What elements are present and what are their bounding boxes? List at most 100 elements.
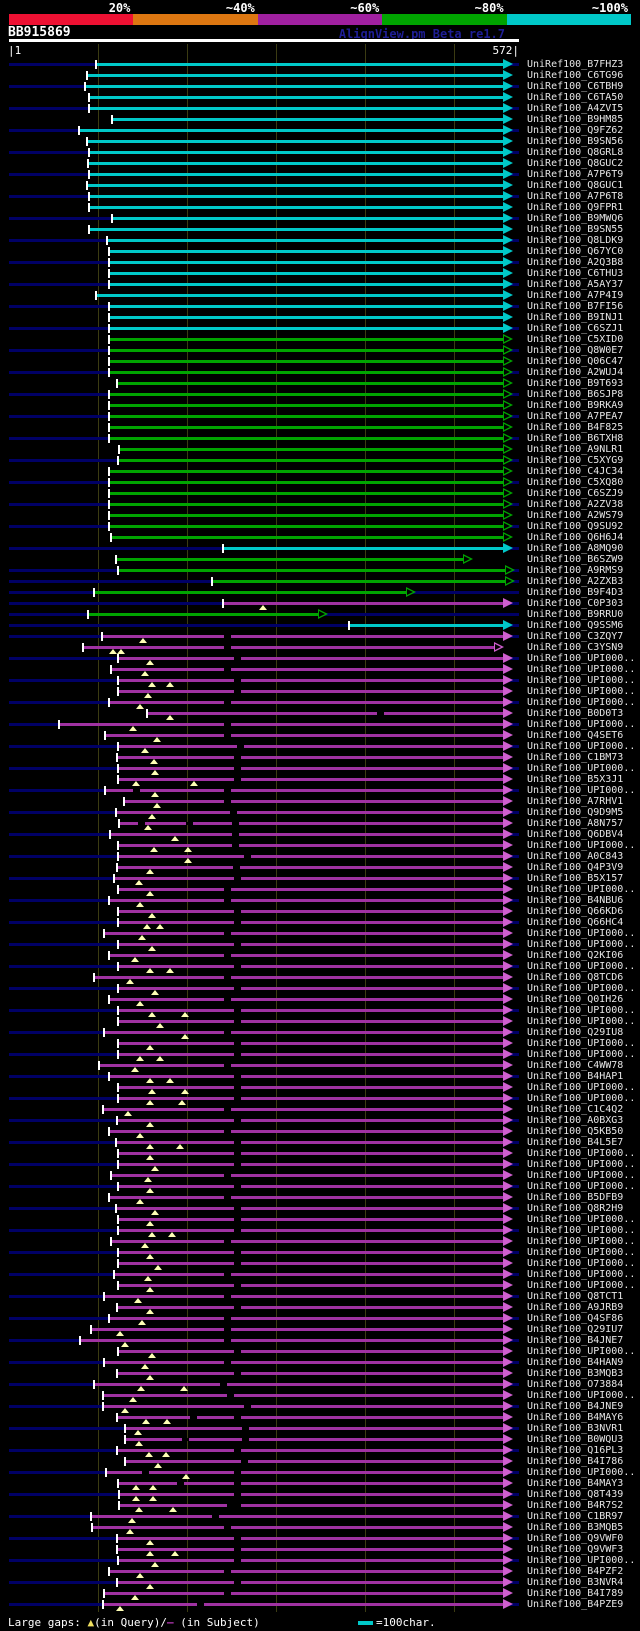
hit-label[interactable]: UniRef100_UPI000.. [527,1148,635,1159]
hit-label[interactable]: UniRef100_UPI000.. [527,1093,635,1104]
arrowhead-icon[interactable] [503,631,513,641]
hit-label[interactable]: UniRef100_UPI000.. [527,983,635,994]
hit-bar[interactable] [110,393,503,396]
hit-bar[interactable] [115,1273,503,1276]
hit-label[interactable]: UniRef100_Q6DBV4 [527,829,623,840]
arrowhead-icon[interactable] [503,829,513,839]
hit-label[interactable]: UniRef100_Q66KD6 [527,906,623,917]
hit-label[interactable]: UniRef100_UPI000.. [527,1038,635,1049]
hit-label[interactable]: UniRef100_C4JC34 [527,466,623,477]
arrowhead-icon[interactable] [503,1016,513,1026]
hit-bar[interactable] [119,1086,503,1089]
hit-label[interactable]: UniRef100_B9RKA9 [527,400,623,411]
hit-bar[interactable] [97,63,503,66]
hit-label[interactable]: UniRef100_Q4SF86 [527,1313,623,1324]
hit-bar[interactable] [126,1427,503,1430]
arrowhead-icon[interactable] [503,1456,513,1466]
arrowhead-icon[interactable] [503,1038,513,1048]
hit-bar[interactable] [88,140,503,143]
hit-bar[interactable] [104,1603,503,1606]
hit-bar[interactable] [90,195,503,198]
hit-label[interactable]: UniRef100_O73884 [527,1379,623,1390]
hit-bar[interactable] [119,767,503,770]
hit-bar[interactable] [119,1284,503,1287]
hit-label[interactable]: UniRef100_UPI000.. [527,1170,635,1181]
hit-label[interactable]: UniRef100_C5XID0 [527,334,623,345]
hit-bar[interactable] [119,888,503,891]
hit-bar[interactable] [110,437,503,440]
hit-label[interactable]: UniRef100_Q0IH26 [527,994,623,1005]
arrowhead-icon[interactable] [503,939,513,949]
arrowhead-icon[interactable] [503,928,513,938]
hit-bar[interactable] [148,712,503,715]
hit-label[interactable]: UniRef100_A9NLR1 [527,444,623,455]
arrowhead-icon[interactable] [503,620,513,630]
hit-label[interactable]: UniRef100_Q4P3V9 [527,862,623,873]
hit-bar[interactable] [113,217,503,220]
hit-label[interactable]: UniRef100_C1BR97 [527,1511,623,1522]
hit-bar[interactable] [115,877,503,880]
hit-label[interactable]: UniRef100_Q8R2H9 [527,1203,623,1214]
hit-label[interactable]: UniRef100_Q29IU8 [527,1027,623,1038]
hit-label[interactable]: UniRef100_B9MWQ6 [527,213,623,224]
hit-bar[interactable] [103,635,503,638]
arrowhead-icon[interactable] [503,1214,513,1224]
arrowhead-icon[interactable] [503,664,513,674]
arrowhead-icon[interactable] [503,92,513,102]
hit-label[interactable]: UniRef100_Q8LDK9 [527,235,623,246]
hit-label[interactable]: UniRef100_UPI000.. [527,1346,635,1357]
hit-label[interactable]: UniRef100_A0C843 [527,851,623,862]
hit-bar[interactable] [110,426,503,429]
arrowhead-icon[interactable] [503,763,513,773]
hit-label[interactable]: UniRef100_B3NVR4 [527,1577,623,1588]
arrowhead-icon[interactable] [503,81,513,91]
arrowhead-icon[interactable] [503,103,513,113]
hit-bar[interactable] [112,1240,503,1243]
arrowhead-icon[interactable] [503,1368,513,1378]
hit-bar[interactable] [118,1372,503,1375]
arrowhead-icon[interactable] [503,1291,513,1301]
hit-bar[interactable] [84,646,494,649]
arrowhead-icon[interactable] [503,1401,513,1411]
hit-label[interactable]: UniRef100_A9RMS9 [527,565,623,576]
arrowhead-icon[interactable] [503,268,513,278]
hit-label[interactable]: UniRef100_B6TXH8 [527,433,623,444]
arrowhead-icon[interactable] [503,202,513,212]
hit-bar[interactable] [110,338,503,341]
hit-bar[interactable] [105,1031,503,1034]
arrowhead-icon[interactable] [503,1181,513,1191]
hit-label[interactable]: UniRef100_A9JRB9 [527,1302,623,1313]
arrowhead-icon[interactable] [503,312,513,322]
arrowhead-icon[interactable] [503,1236,513,1246]
arrowhead-icon[interactable] [503,1137,513,1147]
arrowhead-icon[interactable] [503,1467,513,1477]
hit-bar[interactable] [104,1405,503,1408]
hit-bar[interactable] [110,470,503,473]
hit-bar[interactable] [119,1152,503,1155]
hit-label[interactable]: UniRef100_B9INJ1 [527,312,623,323]
arrowhead-icon[interactable] [503,1445,513,1455]
hit-bar[interactable] [90,206,503,209]
hit-label[interactable]: UniRef100_Q9SSM6 [527,620,623,631]
hit-bar[interactable] [119,965,503,968]
hit-label[interactable]: UniRef100_A2Q3B8 [527,257,623,268]
arrowhead-icon[interactable] [503,169,513,179]
hit-bar[interactable] [110,283,503,286]
arrowhead-icon[interactable] [503,158,513,168]
hit-bar[interactable] [110,998,503,1001]
hit-label[interactable]: UniRef100_A8N757 [527,818,623,829]
hit-bar[interactable] [119,1042,503,1045]
arrowhead-icon[interactable] [503,895,513,905]
arrowhead-icon[interactable] [503,279,513,289]
hit-label[interactable]: UniRef100_B4I786 [527,1456,623,1467]
hit-label[interactable]: UniRef100_UPI000.. [527,939,635,950]
hit-bar[interactable] [119,921,503,924]
hit-bar[interactable] [106,789,503,792]
arrowhead-icon[interactable] [503,730,513,740]
arrowhead-icon[interactable] [503,1478,513,1488]
arrowhead-icon[interactable] [503,851,513,861]
hit-label[interactable]: UniRef100_Q8GRL8 [527,147,623,158]
hit-bar[interactable] [110,514,503,517]
hit-label[interactable]: UniRef100_UPI000.. [527,1016,635,1027]
arrowhead-icon[interactable] [503,697,513,707]
